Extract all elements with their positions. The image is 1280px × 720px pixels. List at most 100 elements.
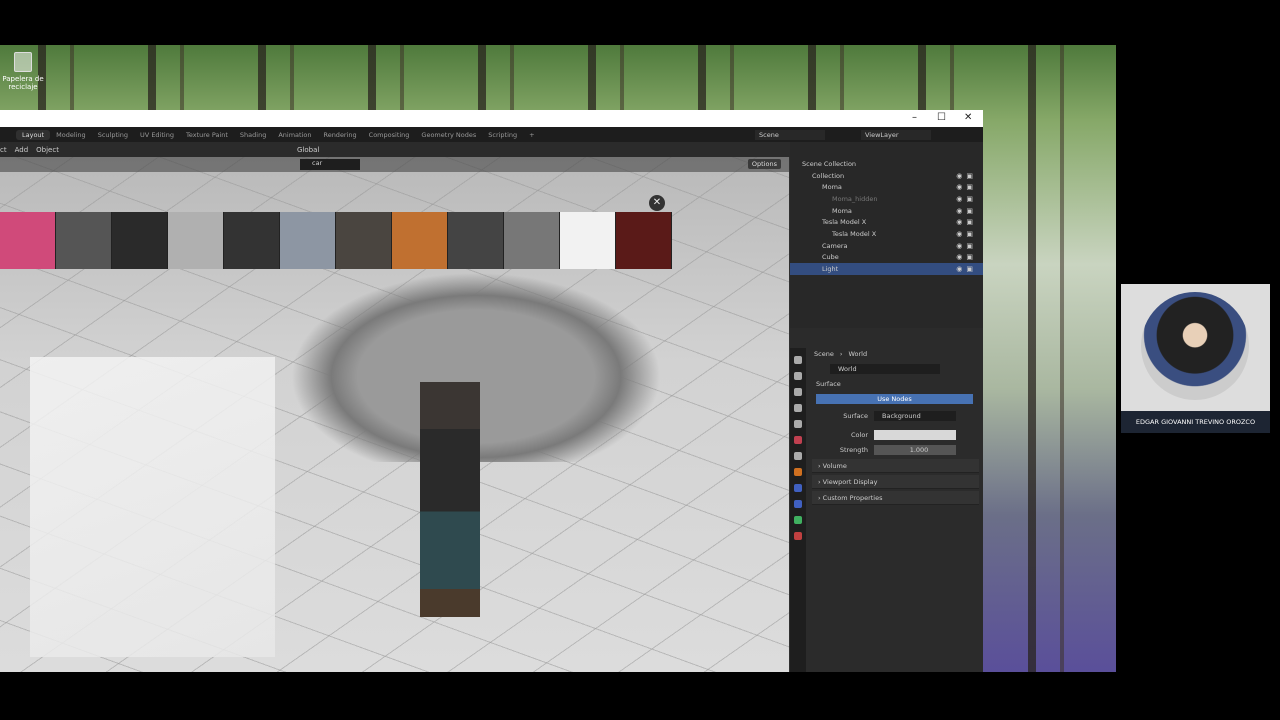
recycle-bin[interactable]: Papelera de reciclaje xyxy=(2,52,44,91)
moma-character[interactable] xyxy=(420,382,480,617)
tab-layout[interactable]: Layout xyxy=(16,129,51,140)
data-tab-icon[interactable] xyxy=(794,516,802,524)
menu-select[interactable]: ct xyxy=(0,146,7,154)
surface-panel-header[interactable]: Surface xyxy=(808,376,983,391)
visibility-icon[interactable]: ◉▣ xyxy=(956,207,977,215)
texture-tab-icon[interactable] xyxy=(794,532,802,540)
volume-panel[interactable]: › Volume xyxy=(812,459,979,473)
outliner-item[interactable]: Tesla Model X ◉▣ xyxy=(790,216,983,228)
outliner-item[interactable]: Tesla Model X ◉▣ xyxy=(790,228,983,240)
menu-add[interactable]: Add xyxy=(15,146,29,154)
tab-compositing[interactable]: Compositing xyxy=(363,130,416,140)
custom-properties-panel[interactable]: › Custom Properties xyxy=(812,491,979,505)
visibility-icon[interactable]: ◉▣ xyxy=(956,253,977,261)
outliner-item-label: Scene Collection xyxy=(802,159,857,168)
outliner-item[interactable]: Light ◉▣ xyxy=(790,263,983,275)
world-tab-icon[interactable] xyxy=(794,436,802,444)
asset-thumbnail[interactable] xyxy=(280,212,336,269)
tab-rendering[interactable]: Rendering xyxy=(317,130,362,140)
asset-thumbnail[interactable] xyxy=(560,212,616,269)
outliner-item[interactable]: Collection ◉▣ xyxy=(790,170,983,182)
menu-object[interactable]: Object xyxy=(36,146,59,154)
collection-tab-icon[interactable] xyxy=(794,452,802,460)
properties-editor: Scene › World World Surface Use Nodes Surf… xyxy=(790,328,983,672)
options-dropdown[interactable]: Options xyxy=(747,159,781,169)
cube-object[interactable] xyxy=(30,357,275,657)
outliner-item-label: Tesla Model X xyxy=(822,218,867,227)
recycle-bin-label: Papelera de reciclaje xyxy=(2,75,44,91)
surface-shader-field[interactable]: Background xyxy=(874,410,956,421)
recycle-bin-icon xyxy=(14,52,32,72)
asset-thumbnail[interactable] xyxy=(504,212,560,269)
properties-tabs xyxy=(790,348,806,672)
render-tab-icon[interactable] xyxy=(794,372,802,380)
world-name-field[interactable]: World xyxy=(830,363,940,374)
asset-browser-header: car Options xyxy=(0,157,789,172)
visibility-icon[interactable]: ◉▣ xyxy=(956,172,977,180)
outliner-item[interactable]: Scene Collection xyxy=(790,158,983,170)
outliner-item[interactable]: Camera ◉▣ xyxy=(790,240,983,252)
asset-thumbnail[interactable] xyxy=(616,212,672,269)
minimize-button[interactable]: – xyxy=(912,112,917,123)
presenter-name: EDGAR GIOVANNI TREVINO OROZCO xyxy=(1121,411,1270,433)
tab-shading[interactable]: Shading xyxy=(234,130,272,140)
asset-thumbnail[interactable] xyxy=(448,212,504,269)
viewport-display-panel[interactable]: › Viewport Display xyxy=(812,475,979,489)
tab-uv-editing[interactable]: UV Editing xyxy=(134,130,180,140)
color-swatch[interactable] xyxy=(874,429,956,440)
presenter-video xyxy=(1141,292,1249,400)
asset-thumbnail[interactable] xyxy=(224,212,280,269)
breadcrumb-world: World xyxy=(848,349,868,358)
tab-sculpting[interactable]: Sculpting xyxy=(92,130,134,140)
asset-search-input[interactable]: car xyxy=(300,159,360,170)
strength-field[interactable]: 1.000 xyxy=(874,444,956,455)
workspace-tabs: Layout Modeling Sculpting UV Editing Tex… xyxy=(0,127,983,142)
visibility-icon[interactable]: ◉▣ xyxy=(956,195,977,203)
color-label: Color xyxy=(851,430,868,439)
asset-thumbnail[interactable] xyxy=(336,212,392,269)
constraints-tab-icon[interactable] xyxy=(794,500,802,508)
outliner-item[interactable]: Moma ◉▣ xyxy=(790,205,983,217)
object-tab-icon[interactable] xyxy=(794,468,802,476)
visibility-icon[interactable]: ◉▣ xyxy=(956,218,977,226)
asset-thumbnail[interactable] xyxy=(0,212,56,269)
visibility-icon[interactable]: ◉▣ xyxy=(956,230,977,238)
view-layer-tab-icon[interactable] xyxy=(794,404,802,412)
use-nodes-button[interactable]: Use Nodes xyxy=(816,394,973,404)
close-asset-popup-button[interactable]: ✕ xyxy=(649,195,665,211)
transform-orientation[interactable]: Global xyxy=(297,146,319,154)
tab-geometry-nodes[interactable]: Geometry Nodes xyxy=(415,130,482,140)
scene-selectors: Scene ViewLayer xyxy=(755,130,931,140)
asset-thumbnail[interactable] xyxy=(56,212,112,269)
viewport-display-label: Viewport Display xyxy=(822,478,878,486)
webcam-overlay: EDGAR GIOVANNI TREVINO OROZCO xyxy=(1121,284,1270,433)
visibility-icon[interactable]: ◉▣ xyxy=(956,242,977,250)
tool-tab-icon[interactable] xyxy=(794,356,802,364)
asset-thumbnail[interactable] xyxy=(112,212,168,269)
add-workspace-button[interactable]: + xyxy=(523,130,540,140)
close-button[interactable]: ✕ xyxy=(964,112,972,123)
tab-modeling[interactable]: Modeling xyxy=(50,130,92,140)
outliner-item-label: Moma xyxy=(822,183,842,192)
scene-tab-icon[interactable] xyxy=(794,420,802,428)
output-tab-icon[interactable] xyxy=(794,388,802,396)
outliner: Scene Collection Collection ◉▣ Moma ◉▣ Moma_h… xyxy=(790,142,983,328)
outliner-item[interactable]: Moma ◉▣ xyxy=(790,181,983,193)
visibility-icon[interactable]: ◉▣ xyxy=(956,265,977,273)
visibility-icon[interactable]: ◉▣ xyxy=(956,183,977,191)
asset-thumbnail[interactable] xyxy=(392,212,448,269)
tab-scripting[interactable]: Scripting xyxy=(482,130,523,140)
3d-viewport[interactable]: car Options ✕ xyxy=(0,157,789,672)
outliner-item[interactable]: Cube ◉▣ xyxy=(790,252,983,264)
outliner-item-label: Light xyxy=(822,265,839,274)
tab-texture-paint[interactable]: Texture Paint xyxy=(180,130,234,140)
tab-animation[interactable]: Animation xyxy=(272,130,317,140)
physics-tab-icon[interactable] xyxy=(794,484,802,492)
title-bar: – ☐ ✕ xyxy=(0,110,983,127)
asset-thumbnail[interactable] xyxy=(168,212,224,269)
view-layer-field[interactable]: ViewLayer xyxy=(861,130,931,140)
outliner-item[interactable]: Moma_hidden ◉▣ xyxy=(790,193,983,205)
scene-field[interactable]: Scene xyxy=(755,130,825,140)
maximize-button[interactable]: ☐ xyxy=(937,112,946,123)
outliner-item-label: Moma_hidden xyxy=(832,194,878,203)
